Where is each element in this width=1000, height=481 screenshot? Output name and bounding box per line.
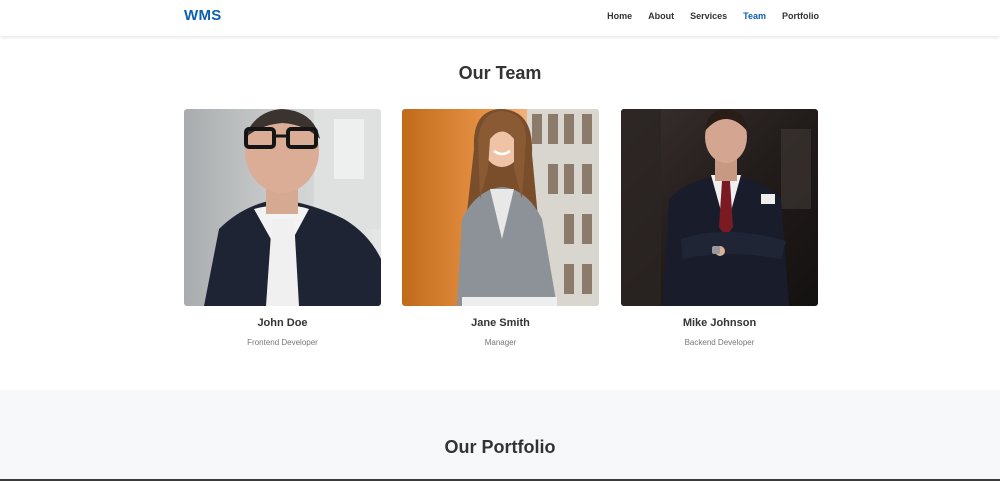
portfolio-section-title: Our Portfolio [444,437,556,457]
navbar: WMS Home About Services Team Portfolio [0,0,1000,36]
team-card: Jane Smith Manager [402,109,599,347]
team-member-photo [621,109,818,306]
team-card: John Doe Frontend Developer [184,109,381,347]
team-member-photo [402,109,599,306]
team-member-role: Frontend Developer [247,338,318,347]
team-section: Our Team John Doe Frontend Developer Jan… [0,36,1000,390]
team-member-name: John Doe [257,317,308,329]
brand-logo[interactable]: WMS [184,7,222,24]
team-member-role: Manager [484,338,517,347]
nav-portfolio[interactable]: Portfolio [782,11,819,21]
team-section-title: Our Team [458,63,542,83]
portfolio-section: Our Portfolio [0,390,1000,481]
nav-home[interactable]: Home [607,11,632,21]
nav-about[interactable]: About [648,11,674,21]
team-member-name: Mike Johnson [682,317,757,329]
team-member-photo [184,109,381,306]
nav-services[interactable]: Services [690,11,727,21]
team-card: Mike Johnson Backend Developer [621,109,818,347]
team-member-role: Backend Developer [684,338,755,347]
nav-team[interactable]: Team [743,11,766,21]
team-member-name: Jane Smith [471,317,530,329]
main-nav: Home About Services Team Portfolio [607,11,819,21]
